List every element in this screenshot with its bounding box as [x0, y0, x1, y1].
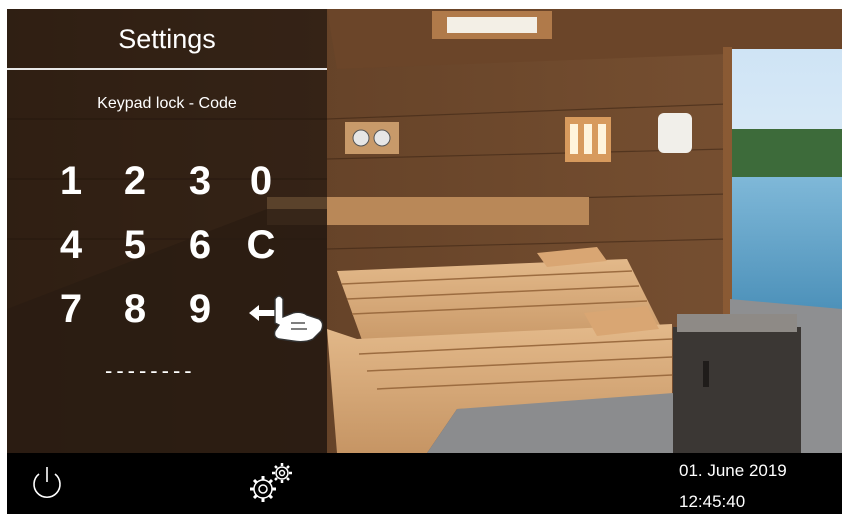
key-4[interactable]: 4	[43, 220, 99, 270]
title-divider	[7, 68, 327, 70]
key-7[interactable]: 7	[43, 284, 99, 334]
code-entry-field: --------	[105, 358, 196, 383]
settings-button[interactable]	[245, 459, 297, 507]
key-clear[interactable]: C	[233, 220, 289, 270]
screen: Settings Keypad lock - Code 1 2 3 0 4 5 …	[7, 9, 842, 514]
key-1[interactable]: 1	[43, 156, 99, 206]
date-display: 01. June 2019	[679, 461, 787, 480]
key-2[interactable]: 2	[107, 156, 163, 206]
settings-panel: Settings Keypad lock - Code 1 2 3 0 4 5 …	[7, 9, 327, 453]
key-6[interactable]: 6	[172, 220, 228, 270]
key-9[interactable]: 9	[172, 284, 228, 334]
key-3[interactable]: 3	[172, 156, 228, 206]
power-button[interactable]	[27, 463, 67, 503]
time-display: 12:45:40	[679, 492, 746, 511]
page-title: Settings	[118, 24, 216, 54]
gears-icon	[250, 463, 292, 502]
key-8[interactable]: 8	[107, 284, 163, 334]
backspace-hand-icon[interactable]	[245, 293, 327, 345]
key-0[interactable]: 0	[233, 156, 289, 206]
key-5[interactable]: 5	[107, 220, 163, 270]
bottom-bar: 01. June 2019 12:45:40	[7, 453, 842, 514]
keypad-lock-label: Keypad lock - Code	[97, 95, 237, 112]
power-icon	[33, 467, 61, 499]
